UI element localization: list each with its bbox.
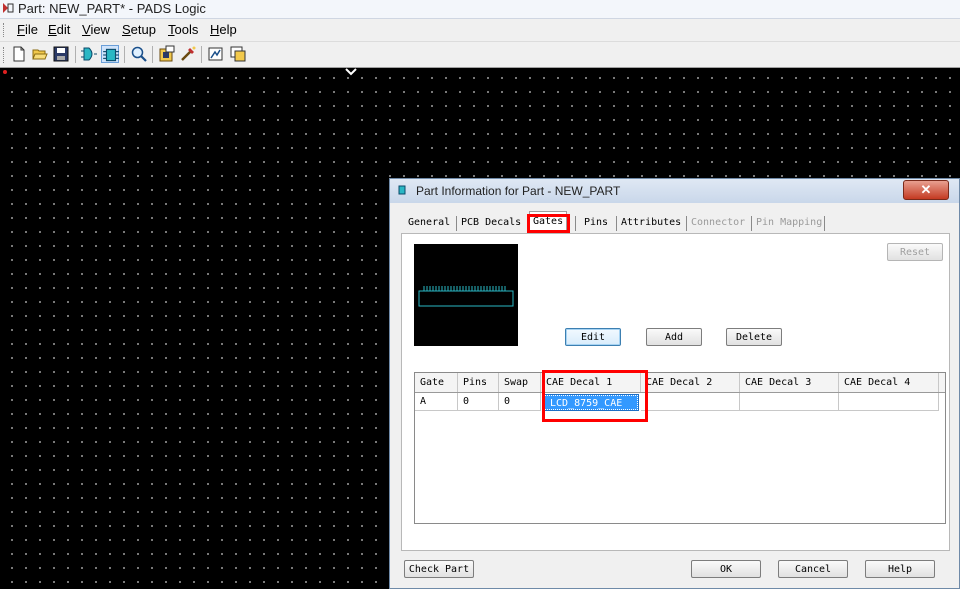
- window-title-bar: Part: NEW_PART* - PADS Logic: [0, 0, 960, 19]
- tab-connector: Connector: [691, 217, 746, 228]
- column-header-gate[interactable]: Gate: [415, 373, 458, 392]
- table-header: Gate Pins Swap CAE Decal 1 CAE Decal 2 C…: [415, 373, 945, 393]
- cell-cae-decal-4[interactable]: [839, 393, 939, 411]
- report-icon[interactable]: [207, 45, 225, 63]
- tab-pin-mapping: Pin Mapping: [756, 217, 823, 228]
- help-button[interactable]: Help: [865, 560, 935, 578]
- origin-marker: [3, 70, 7, 74]
- check-part-button[interactable]: Check Part: [404, 560, 474, 578]
- cell-pins[interactable]: 0: [458, 393, 499, 411]
- ok-button[interactable]: OK: [691, 560, 761, 578]
- tab-divider: [616, 216, 617, 231]
- part-icon[interactable]: [101, 45, 119, 63]
- dialog-footer: Check Part OK Cancel Help: [390, 552, 959, 588]
- tab-strip: General PCB Decals Gates Pins Attributes…: [405, 211, 945, 233]
- close-button[interactable]: ✕: [903, 180, 949, 200]
- column-header-cae-decal-3[interactable]: CAE Decal 3: [740, 373, 839, 392]
- decal-wizard-icon[interactable]: [179, 45, 197, 63]
- cell-swap[interactable]: 0: [499, 393, 541, 411]
- tab-general[interactable]: General: [405, 213, 453, 233]
- tab-divider: [686, 216, 687, 231]
- menu-help[interactable]: Help: [210, 22, 237, 37]
- column-header-swap[interactable]: Swap: [499, 373, 541, 392]
- reset-button[interactable]: Reset: [887, 243, 943, 261]
- cell-cae-decal-2[interactable]: [641, 393, 740, 411]
- column-header-cae-decal-2[interactable]: CAE Decal 2: [641, 373, 740, 392]
- window-title: Part: NEW_PART* - PADS Logic: [18, 1, 206, 16]
- window-icon[interactable]: [229, 45, 247, 63]
- tab-pins[interactable]: Pins: [581, 213, 611, 233]
- column-header-pins[interactable]: Pins: [458, 373, 499, 392]
- delete-button[interactable]: Delete: [726, 328, 782, 346]
- menu-setup[interactable]: Setup: [122, 22, 156, 37]
- toolbar-separator: [201, 46, 202, 63]
- tab-attributes[interactable]: Attributes: [618, 213, 684, 233]
- chevron-down-icon: [345, 68, 357, 76]
- tab-divider: [456, 216, 457, 231]
- cell-cae-decal-3[interactable]: [740, 393, 839, 411]
- open-icon[interactable]: [31, 45, 49, 63]
- add-button[interactable]: Add: [646, 328, 702, 346]
- column-header-cae-decal-4[interactable]: CAE Decal 4: [839, 373, 939, 392]
- menu-edit[interactable]: Edit: [48, 22, 70, 37]
- edit-button[interactable]: Edit: [565, 328, 621, 346]
- gate-decal-preview: [414, 244, 518, 346]
- menu-grip-handle[interactable]: [3, 23, 6, 37]
- decal-preview-graphic: [418, 286, 514, 307]
- library-icon[interactable]: [158, 45, 176, 63]
- gate-icon[interactable]: [80, 45, 98, 63]
- pads-logic-icon: [3, 3, 14, 13]
- cancel-button[interactable]: Cancel: [778, 560, 848, 578]
- gates-tab-panel: Reset Edit Add Delete Gate Pins Swap CAE…: [401, 233, 950, 551]
- zoom-icon[interactable]: [130, 45, 148, 63]
- part-icon: [398, 185, 406, 195]
- tab-divider: [824, 216, 825, 231]
- menu-tools[interactable]: Tools: [168, 22, 198, 37]
- gates-table: Gate Pins Swap CAE Decal 1 CAE Decal 2 C…: [414, 372, 946, 524]
- dialog-title: Part Information for Part - NEW_PART: [416, 184, 621, 198]
- cell-gate[interactable]: A: [415, 393, 458, 411]
- toolbar-separator: [124, 46, 125, 63]
- menu-file[interactable]: File: [17, 22, 38, 37]
- tab-divider: [575, 216, 576, 231]
- tab-divider: [751, 216, 752, 231]
- toolbar-separator: [152, 46, 153, 63]
- save-icon[interactable]: [52, 45, 70, 63]
- tab-pcb-decals[interactable]: PCB Decals: [458, 213, 524, 233]
- gates-tab-highlight: [527, 214, 570, 233]
- toolbar-grip-handle[interactable]: [3, 47, 6, 63]
- dialog-title-bar[interactable]: Part Information for Part - NEW_PART ✕: [390, 179, 959, 203]
- dialog-body: General PCB Decals Gates Pins Attributes…: [400, 209, 951, 553]
- cae-decal-highlight: [542, 370, 648, 422]
- new-icon[interactable]: [10, 45, 28, 63]
- toolbar-separator: [75, 46, 76, 63]
- menu-bar: File Edit View Setup Tools Help: [0, 19, 960, 42]
- part-information-dialog: Part Information for Part - NEW_PART ✕ G…: [389, 178, 960, 589]
- menu-view[interactable]: View: [82, 22, 110, 37]
- toolbar: [0, 42, 960, 68]
